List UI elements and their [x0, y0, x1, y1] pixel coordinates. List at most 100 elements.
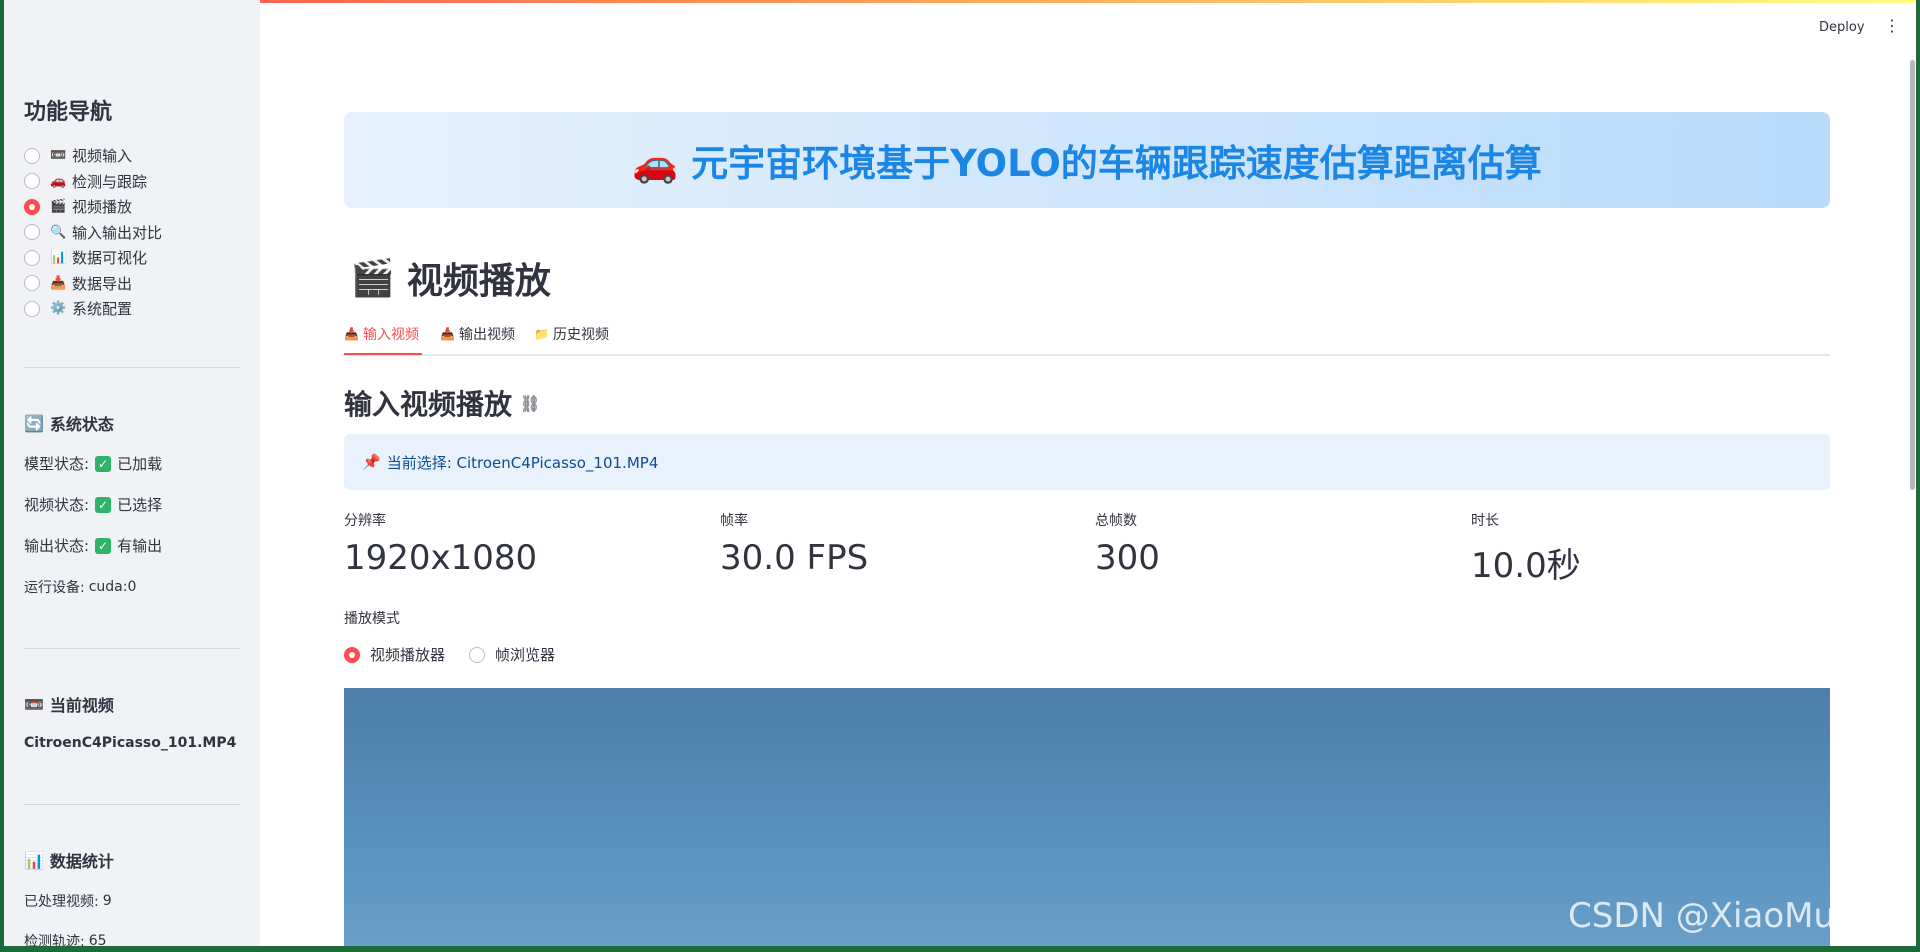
pushpin-icon: 📌 [362, 453, 381, 471]
radio-icon[interactable] [24, 147, 40, 164]
current-video-filename: CitroenC4Picasso_101.MP4 [24, 735, 237, 751]
scrollbar[interactable] [1910, 60, 1915, 490]
tab-history-video[interactable]: 📁 历史视频 [534, 324, 609, 344]
mode-option-label: 帧浏览器 [495, 646, 556, 664]
car-icon: 🚗 [632, 142, 679, 185]
metric-total-frames: 总帧数 300 [1095, 510, 1160, 578]
inbox-tray-icon: 📥 [50, 275, 67, 291]
tab-label: 输入视频 [362, 327, 419, 343]
videocassette-icon: 📼 [24, 694, 44, 714]
output-status-line: 输出状态: ✓ 有输出 [24, 535, 162, 556]
banner-title-text: 元宇宙环境基于YOLO的车辆跟踪速度估算距离估算 [691, 142, 1542, 185]
video-status-label: 视频状态: [24, 496, 90, 514]
metric-label: 时长 [1471, 513, 1499, 529]
metric-label: 分辨率 [344, 513, 386, 529]
sidebar-divider [24, 804, 240, 805]
radio-icon[interactable] [24, 249, 40, 266]
app-banner: 🚗 元宇宙环境基于YOLO的车辆跟踪速度估算距离估算 [344, 112, 1830, 208]
metric-fps: 帧率 30.0 FPS [720, 510, 868, 578]
metric-label: 帧率 [720, 513, 748, 529]
model-status-value: 已加载 [117, 455, 163, 473]
deploy-button[interactable]: Deploy [1819, 20, 1865, 35]
sidebar-divider [24, 648, 240, 649]
radio-icon[interactable] [24, 300, 40, 317]
tab-label: 输出视频 [458, 327, 515, 343]
sidebar-divider [24, 367, 240, 368]
more-menu-icon[interactable]: ⋮ [1884, 18, 1900, 34]
nav-item-compare[interactable]: 🔍 输入输出对比 [24, 220, 162, 246]
nav-item-label: 视频输入 [72, 147, 133, 166]
radio-selected-icon[interactable] [24, 198, 40, 215]
gear-icon: ⚙️ [50, 301, 67, 317]
metric-label: 总帧数 [1095, 513, 1137, 529]
processed-videos-line: 已处理视频: 9 [24, 891, 112, 911]
nav-item-video-input[interactable]: 📼 视频输入 [24, 143, 162, 169]
inbox-tray-icon: 📥 [344, 327, 359, 341]
magnifier-icon: 🔍 [50, 224, 67, 240]
check-mark-icon: ✓ [95, 537, 112, 554]
model-status-line: 模型状态: ✓ 已加载 [24, 453, 162, 474]
metric-resolution: 分辨率 1920x1080 [344, 510, 537, 578]
bar-chart-icon: 📊 [24, 850, 44, 870]
device-value: cuda:0 [88, 579, 137, 595]
output-status-label: 输出状态: [24, 537, 90, 555]
metric-duration: 时长 10.0秒 [1471, 510, 1581, 587]
processed-value: 9 [102, 893, 112, 909]
nav-item-label: 数据导出 [72, 274, 133, 293]
check-mark-icon: ✓ [95, 455, 112, 472]
model-status-label: 模型状态: [24, 455, 90, 473]
metric-value: 30.0 FPS [720, 538, 869, 578]
nav-item-config[interactable]: ⚙️ 系统配置 [24, 296, 162, 322]
banner-title: 🚗 元宇宙环境基于YOLO的车辆跟踪速度估算距离估算 [632, 133, 1542, 187]
radio-selected-icon[interactable] [344, 646, 360, 663]
tab-input-video[interactable]: 📥 输入视频 [344, 324, 419, 344]
radio-icon[interactable] [24, 275, 40, 292]
radio-icon[interactable] [24, 224, 40, 241]
link-icon[interactable]: ⛓ [520, 394, 540, 413]
nav-item-label: 输入输出对比 [72, 223, 163, 242]
nav-item-label: 系统配置 [72, 300, 133, 319]
nav-item-video-play[interactable]: 🎬 视频播放 [24, 194, 162, 220]
play-mode-radio-group: 视频播放器 帧浏览器 [344, 644, 579, 665]
watermark: CSDN @XiaoMu_001 [1568, 896, 1917, 936]
section-title: 输入视频播放 [344, 388, 513, 421]
radio-icon[interactable] [24, 173, 40, 190]
nav-item-detect-track[interactable]: 🚗 检测与跟踪 [24, 169, 162, 195]
tab-output-video[interactable]: 📥 输出视频 [440, 324, 515, 344]
metric-value: 1920x1080 [344, 538, 538, 578]
nav-item-export[interactable]: 📥 数据导出 [24, 271, 162, 297]
nav-item-visualization[interactable]: 📊 数据可视化 [24, 245, 162, 271]
page-title: 🎬 视频播放 [350, 252, 551, 304]
section-heading: 输入视频播放 ⛓ [344, 383, 540, 423]
clapperboard-icon: 🎬 [50, 199, 67, 215]
current-video-title: 当前视频 [49, 696, 114, 715]
mode-option-video-player[interactable]: 视频播放器 [344, 644, 445, 665]
current-selection-info: 📌 当前选择: CitroenC4Picasso_101.MP4 [344, 434, 1830, 490]
metric-value: 10.0秒 [1471, 546, 1581, 586]
nav-item-label: 数据可视化 [72, 249, 148, 268]
output-status-value: 有输出 [117, 537, 163, 555]
nav-item-label: 检测与跟踪 [72, 172, 148, 191]
data-stats-title: 数据统计 [49, 852, 114, 871]
play-mode-label: 播放模式 [344, 611, 400, 627]
tab-label: 历史视频 [552, 327, 609, 343]
folder-icon: 📁 [534, 327, 549, 341]
video-status-value: 已选择 [117, 496, 163, 514]
radio-icon[interactable] [469, 646, 486, 663]
device-label: 运行设备: [24, 580, 85, 596]
mode-option-frame-browser[interactable]: 帧浏览器 [469, 644, 555, 665]
videocassette-icon: 📼 [50, 148, 67, 164]
processed-label: 已处理视频: [24, 894, 99, 910]
current-video-heading: 📼 当前视频 [24, 692, 114, 716]
top-gradient-bar [4, 0, 1916, 3]
mode-option-label: 视频播放器 [370, 646, 446, 664]
inbox-tray-icon: 📥 [440, 327, 455, 341]
car-icon: 🚗 [50, 173, 67, 189]
tracks-line: 检测轨迹: 65 [24, 931, 107, 946]
system-status-title: 系统状态 [49, 415, 114, 434]
video-status-line: 视频状态: ✓ 已选择 [24, 494, 162, 515]
metric-value: 300 [1095, 538, 1160, 578]
page-title-text: 视频播放 [406, 261, 551, 302]
check-mark-icon: ✓ [95, 496, 112, 513]
sidebar-title: 功能导航 [24, 100, 113, 125]
